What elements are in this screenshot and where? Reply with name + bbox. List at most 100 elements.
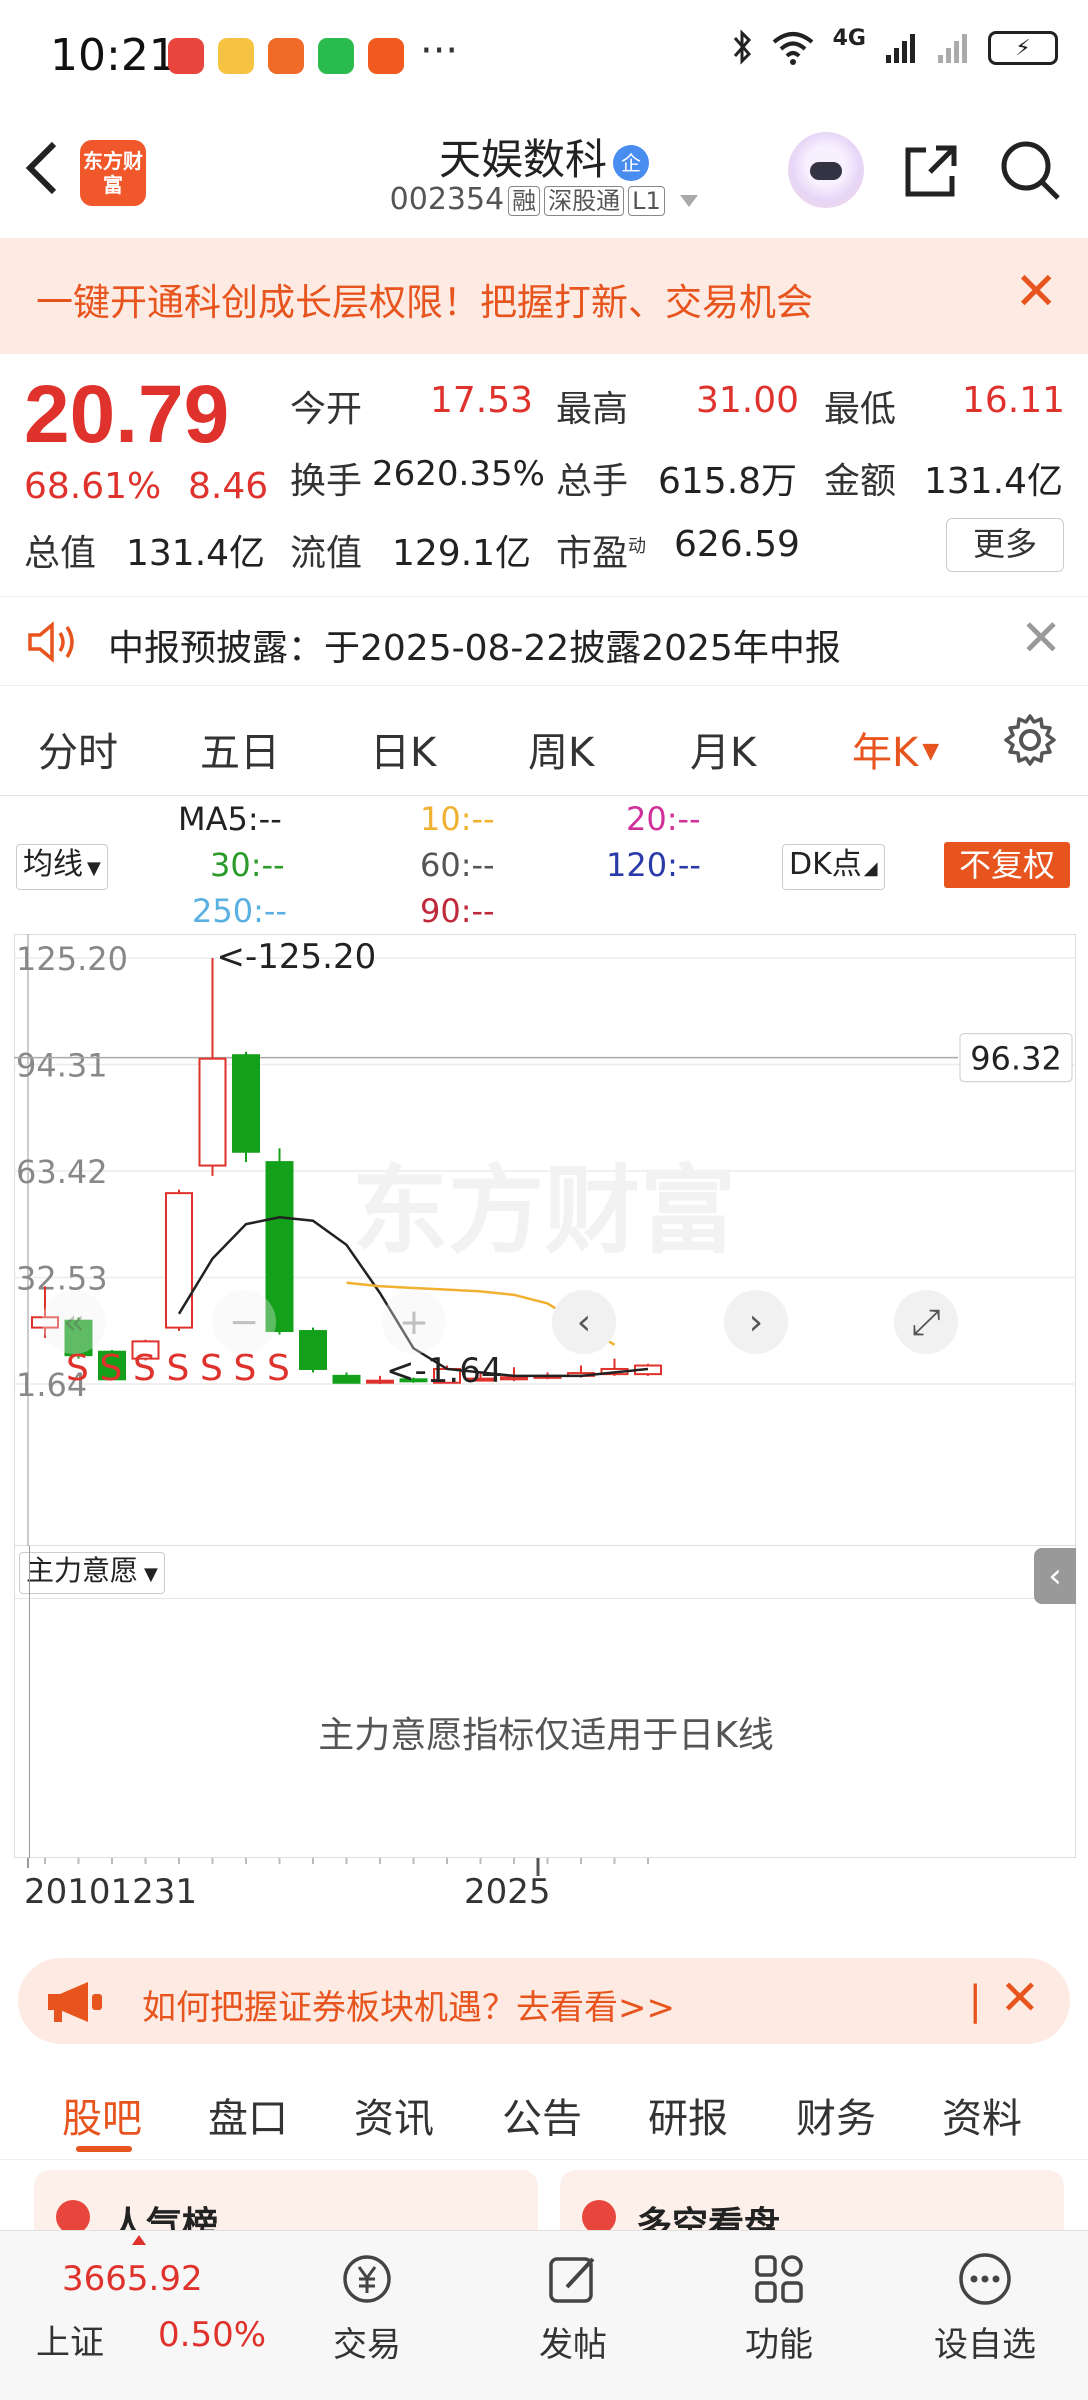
open-label: 今开 <box>290 389 363 430</box>
close-notice-icon[interactable]: ✕ <box>1020 609 1062 667</box>
caret-down-icon: ▼ <box>144 1564 158 1585</box>
turnover-label: 换手 <box>290 461 363 502</box>
tab-monthly-k[interactable]: 月K <box>690 720 756 778</box>
promo-link[interactable]: 如何把握证券板块机遇？去看看>> | ✕ <box>18 1958 1070 2044</box>
search-icon[interactable] <box>998 138 1062 202</box>
divider <box>15 1598 1077 1599</box>
system-indicators: 4G ⚡ <box>731 25 1058 68</box>
tab-finance[interactable]: 财务 <box>796 2086 876 2144</box>
tab-profile[interactable]: 资料 <box>942 2086 1022 2144</box>
collapse-panel-button[interactable]: ‹ <box>1034 1548 1076 1604</box>
tab-five-day[interactable]: 五日 <box>200 720 280 778</box>
bull-bear-title: 多空看盘 <box>636 2205 781 2230</box>
network-type: 4G <box>832 25 866 51</box>
stock-name: 天娱数科 <box>438 135 607 184</box>
ai-assistant-button[interactable] <box>788 132 864 208</box>
bull-bear-card[interactable]: 多空看盘 <box>560 2170 1064 2230</box>
tab-weekly-k[interactable]: 周K <box>528 720 594 778</box>
watermark: 东方财富 <box>352 1155 736 1267</box>
volume-value: 615.8万 <box>658 461 798 502</box>
notification-icons <box>168 38 404 74</box>
loan-app-icon <box>368 38 404 74</box>
nav-trade[interactable]: 交易 <box>302 2251 432 2366</box>
sub-indicator-panel: 主力意愿 ▼ 主力意愿指标仅适用于日K线 <box>14 1546 1077 1858</box>
s-marker: S <box>100 1348 123 1389</box>
dk-point-select[interactable]: DK点 ◢ <box>782 844 885 890</box>
notice-text[interactable]: 中报预披露：于2025-08-22披露2025年中报 <box>108 619 841 671</box>
close-banner-icon[interactable]: ✕ <box>1014 262 1058 322</box>
popularity-title: 人气榜 <box>110 2205 219 2230</box>
report-notice[interactable]: 中报预披露：于2025-08-22披露2025年中报 ✕ <box>0 596 1088 686</box>
sub-indicator-select[interactable]: 主力意愿 ▼ <box>19 1552 165 1594</box>
date-end: 2025 <box>464 1872 551 1912</box>
candle-body <box>198 1057 227 1167</box>
candlestick-chart[interactable]: 125.2094.3163.4232.531.64东方财富96.32<-125.… <box>14 934 1076 1546</box>
axis-line <box>29 1546 30 1858</box>
indicator-select[interactable]: 均线 ▼ <box>16 844 108 890</box>
s-marker: S <box>133 1348 156 1389</box>
promo-text[interactable]: 如何把握证券板块机遇？去看看>> <box>142 1980 675 2029</box>
stock-code: 002354 <box>389 182 505 217</box>
tab-orderbook[interactable]: 盘口 <box>208 2086 288 2144</box>
caret-down-icon: ▼ <box>922 739 940 764</box>
paper-plane-app-icon <box>268 38 304 74</box>
tab-news[interactable]: 资讯 <box>354 2086 434 2144</box>
max-price-label: <-125.20 <box>217 937 377 977</box>
candle-body <box>232 1054 260 1153</box>
versus-icon <box>582 2200 616 2230</box>
battery-charging-icon: ⚡ <box>988 31 1058 65</box>
level-tag: L1 <box>628 186 665 216</box>
ma30-legend: 30:-- <box>210 846 285 884</box>
share-icon[interactable] <box>900 140 962 202</box>
change-amount: 8.46 <box>188 466 269 507</box>
popularity-card[interactable]: 人气榜 <box>34 2170 538 2230</box>
index-name[interactable]: 上证 <box>36 2315 104 2364</box>
tab-research[interactable]: 研报 <box>648 2086 728 2144</box>
tab-forum[interactable]: 股吧 <box>62 2086 142 2144</box>
s-marker: S <box>234 1348 257 1389</box>
rewind-icon: « <box>63 1302 85 1343</box>
more-notifications: ··· <box>420 28 459 74</box>
period-tabs: 分时 五日 日K 周K 月K 年K ▼ <box>0 690 1088 796</box>
card-strip: 人气榜 多空看盘 <box>0 2170 1088 2230</box>
nav-functions[interactable]: 功能 <box>714 2251 844 2366</box>
ma90-legend: 90:-- <box>420 892 495 930</box>
market-cap-value: 131.4亿 <box>126 533 266 574</box>
chevron-left-icon: ‹ <box>577 1302 591 1343</box>
last-price: 20.79 <box>24 369 230 460</box>
wechat-icon <box>318 38 354 74</box>
nav-watchlist[interactable]: 设自选 <box>920 2251 1050 2366</box>
connect-tag: 深股通 <box>544 186 625 216</box>
more-button[interactable]: 更多 <box>946 518 1064 572</box>
nav-post[interactable]: 发帖 <box>508 2251 638 2366</box>
grid-icon <box>755 2255 803 2303</box>
huawei-app-icon <box>168 38 204 74</box>
ma250-legend: 250:-- <box>192 892 287 930</box>
low-label: 最低 <box>824 389 897 430</box>
promo-divider: | <box>968 1978 982 2024</box>
banner-text[interactable]: 一键开通科创成长层权限！把握打新、交易机会 <box>36 272 813 326</box>
tab-daily-k[interactable]: 日K <box>370 720 436 778</box>
yuan-trade-icon <box>343 2255 391 2303</box>
candle-body <box>500 1376 528 1381</box>
adjustment-toggle[interactable]: 不复权 <box>944 842 1070 888</box>
corner-caret-icon: ◢ <box>863 858 878 879</box>
close-promo-icon[interactable]: ✕ <box>1000 1970 1040 2026</box>
tab-yearly-k[interactable]: 年K ▼ <box>852 720 939 778</box>
amount-value: 131.4亿 <box>924 461 1064 502</box>
float-cap-value: 129.1亿 <box>392 533 532 574</box>
bottom-navigation: 3665.92 上证 0.50% 交易 发帖 功能 设自选 <box>0 2230 1088 2400</box>
clock: 10:21 <box>50 30 177 81</box>
ma5-legend: MA5:-- <box>178 800 282 838</box>
caret-down-icon <box>680 194 699 207</box>
index-value[interactable]: 3665.92 <box>62 2259 203 2299</box>
candle-body <box>165 1192 193 1329</box>
promo-banner[interactable]: 一键开通科创成长层权限！把握打新、交易机会 ✕ <box>0 238 1088 354</box>
tab-announcements[interactable]: 公告 <box>502 2086 582 2144</box>
more-dots-icon <box>959 2253 1011 2305</box>
stock-header: 东方财富 天娱数科企 002354 融深股通 L1 <box>0 110 1088 238</box>
index-change[interactable]: 0.50% <box>158 2315 266 2355</box>
amount-label: 金额 <box>824 461 897 502</box>
tab-intraday[interactable]: 分时 <box>38 720 118 778</box>
gear-icon[interactable] <box>1002 712 1058 768</box>
